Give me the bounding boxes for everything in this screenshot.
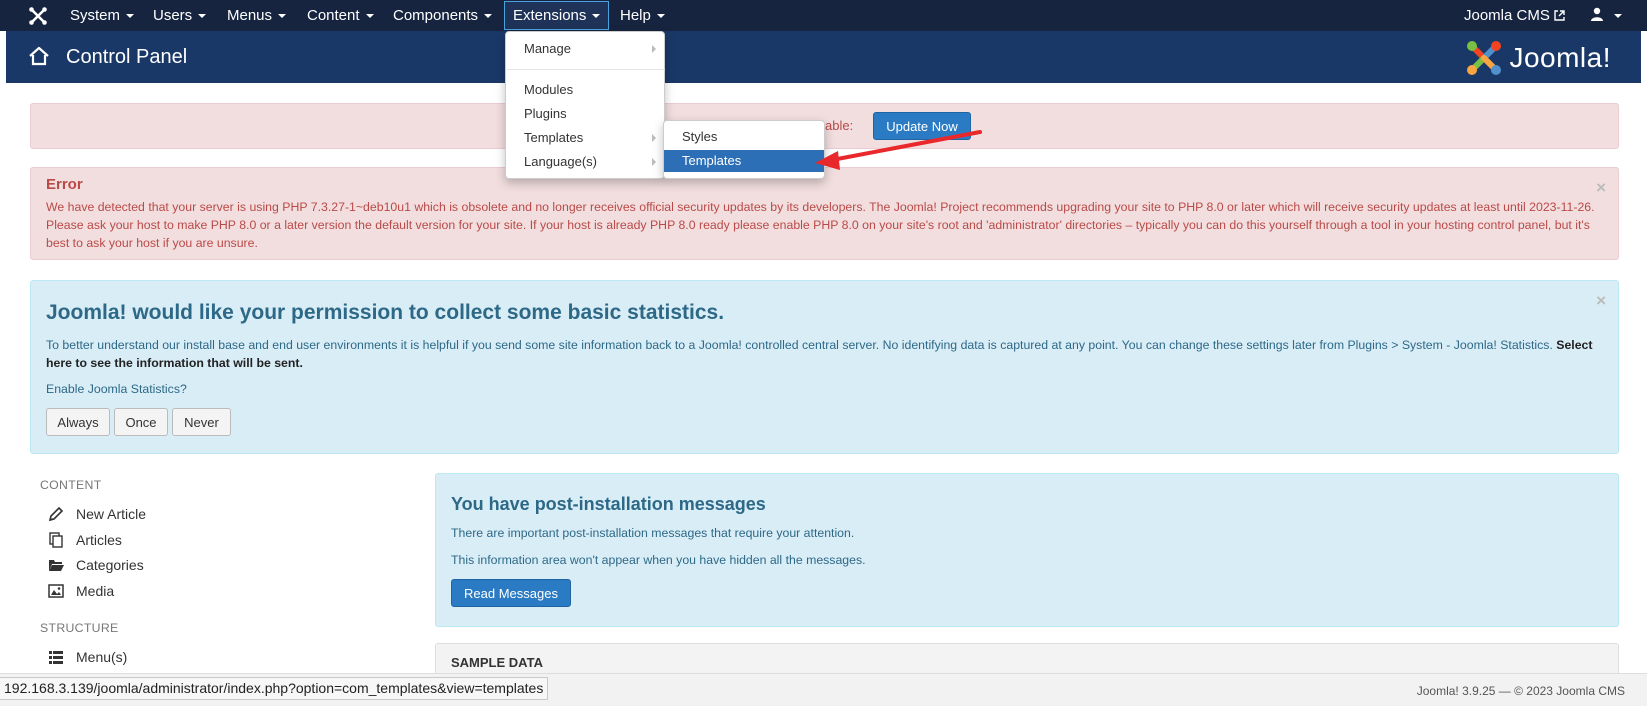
error-message: We have detected that your server is usi… [46, 200, 1595, 250]
post-install-heading: You have post-installation messages [451, 494, 766, 514]
user-icon [1591, 7, 1603, 21]
submenu-item-styles[interactable]: Styles [664, 126, 824, 148]
extensions-dropdown: Manage Modules Plugins Templates Languag… [505, 31, 665, 179]
menu-item-label: Manage [524, 41, 571, 56]
statistics-message: To better understand our install base an… [46, 336, 1606, 372]
read-messages-button[interactable]: Read Messages [451, 579, 571, 607]
list-icon [49, 651, 63, 664]
caret-down-icon [365, 14, 374, 19]
sidebar-item-menus[interactable]: Menu(s) [48, 646, 127, 668]
sidebar-item-categories[interactable]: Categories [48, 554, 144, 576]
submenu-item-templates[interactable]: Templates [664, 150, 824, 172]
external-link-icon [1554, 10, 1565, 21]
menu-item-templates[interactable]: Templates [506, 127, 664, 149]
joomla-brand-logo-icon [1467, 41, 1502, 75]
nav-menu-extensions[interactable]: Extensions [504, 1, 610, 30]
joomla-logo-icon[interactable] [28, 6, 48, 26]
sidebar-item-new-article[interactable]: New Article [48, 503, 146, 525]
statistics-message-text: To better understand our install base an… [46, 338, 1553, 352]
structure-section-heading: STRUCTURE [40, 621, 119, 635]
user-menu[interactable] [1590, 0, 1623, 31]
nav-label: Help [620, 7, 651, 24]
brand-name: Joomla! [1509, 42, 1611, 73]
nav-menu-content[interactable]: Content [299, 0, 382, 31]
caret-down-icon [198, 14, 207, 19]
statistics-alert: Joomla! would like your permission to co… [30, 280, 1619, 454]
caret-right-icon [652, 134, 656, 142]
menu-item-label: Modules [524, 82, 574, 97]
caret-down-icon [1614, 14, 1623, 19]
nav-label: Content [307, 7, 360, 24]
menu-item-manage[interactable]: Manage [506, 38, 664, 60]
image-icon [48, 584, 64, 598]
nav-label: System [70, 7, 121, 24]
top-navbar: System Users Menus Content Components Ex… [0, 0, 1647, 31]
sidebar-item-label: Articles [76, 532, 122, 548]
post-install-line-2: This information area won't appear when … [451, 553, 866, 567]
site-link-label: Joomla CMS [1464, 7, 1550, 24]
menu-item-languages[interactable]: Language(s) [506, 151, 664, 173]
menu-item-label: Templates [524, 130, 584, 145]
menu-divider [507, 69, 665, 70]
sidebar-item-label: New Article [76, 506, 147, 522]
menu-item-label: Templates [682, 153, 742, 168]
update-now-button[interactable]: Update Now [873, 112, 971, 140]
nav-label: Extensions [513, 7, 587, 24]
home-icon [29, 46, 49, 66]
caret-down-icon [484, 14, 493, 19]
nav-menu-system[interactable]: System [62, 0, 142, 31]
footer-version: Joomla! 3.9.25 — © 2023 Joomla CMS [1416, 684, 1625, 698]
php-error-alert: Error × We have detected that your serve… [30, 167, 1619, 260]
post-install-line-1: There are important post-installation me… [451, 526, 855, 540]
error-heading: Error [46, 176, 83, 193]
content-section-heading: CONTENT [40, 478, 102, 492]
nav-label: Menus [227, 7, 273, 24]
menu-item-label: Language(s) [524, 154, 597, 169]
status-bar-url: 192.168.3.139/joomla/administrator/index… [0, 677, 549, 700]
close-icon[interactable]: × [1596, 291, 1606, 311]
enable-statistics-question: Enable Joomla Statistics? [46, 382, 187, 396]
sidebar-item-articles[interactable]: Articles [48, 529, 122, 551]
once-button[interactable]: Once [114, 408, 168, 436]
site-link[interactable]: Joomla CMS [1464, 0, 1565, 31]
nav-menu-menus[interactable]: Menus [219, 0, 294, 31]
statistics-heading: Joomla! would like your permission to co… [46, 301, 725, 324]
menu-item-label: Styles [682, 129, 718, 144]
nav-menu-users[interactable]: Users [145, 0, 214, 31]
caret-down-icon [126, 14, 135, 19]
menu-item-plugins[interactable]: Plugins [506, 103, 664, 125]
sidebar-item-media[interactable]: Media [48, 580, 114, 602]
page-title: Control Panel [66, 46, 188, 68]
update-alert-text: able: [825, 118, 854, 133]
close-icon[interactable]: × [1596, 178, 1606, 198]
articles-icon [49, 532, 63, 548]
folder-open-icon [49, 560, 64, 571]
caret-down-icon [656, 14, 665, 19]
pencil-icon [48, 506, 64, 522]
sidebar-item-label: Categories [76, 557, 144, 573]
sample-data-heading: SAMPLE DATA [451, 655, 543, 670]
menu-item-modules[interactable]: Modules [506, 79, 664, 101]
menu-item-label: Plugins [524, 106, 567, 121]
sidebar-item-label: Media [76, 583, 115, 599]
post-install-alert: You have post-installation messages Ther… [435, 473, 1619, 627]
sidebar-item-label: Menu(s) [76, 649, 128, 665]
always-button[interactable]: Always [46, 408, 110, 436]
never-button[interactable]: Never [172, 408, 231, 436]
page-header: Control Panel Joomla! [6, 31, 1641, 83]
caret-right-icon [652, 158, 656, 166]
caret-down-icon [278, 14, 287, 19]
templates-submenu: Styles Templates [663, 120, 825, 179]
nav-label: Components [393, 7, 479, 24]
nav-menu-components[interactable]: Components [385, 0, 500, 31]
joomla-brand: Joomla! [1465, 39, 1611, 77]
nav-label: Users [153, 7, 193, 24]
caret-right-icon [652, 45, 656, 53]
nav-menu-help[interactable]: Help [612, 0, 673, 31]
caret-down-icon [592, 14, 601, 19]
